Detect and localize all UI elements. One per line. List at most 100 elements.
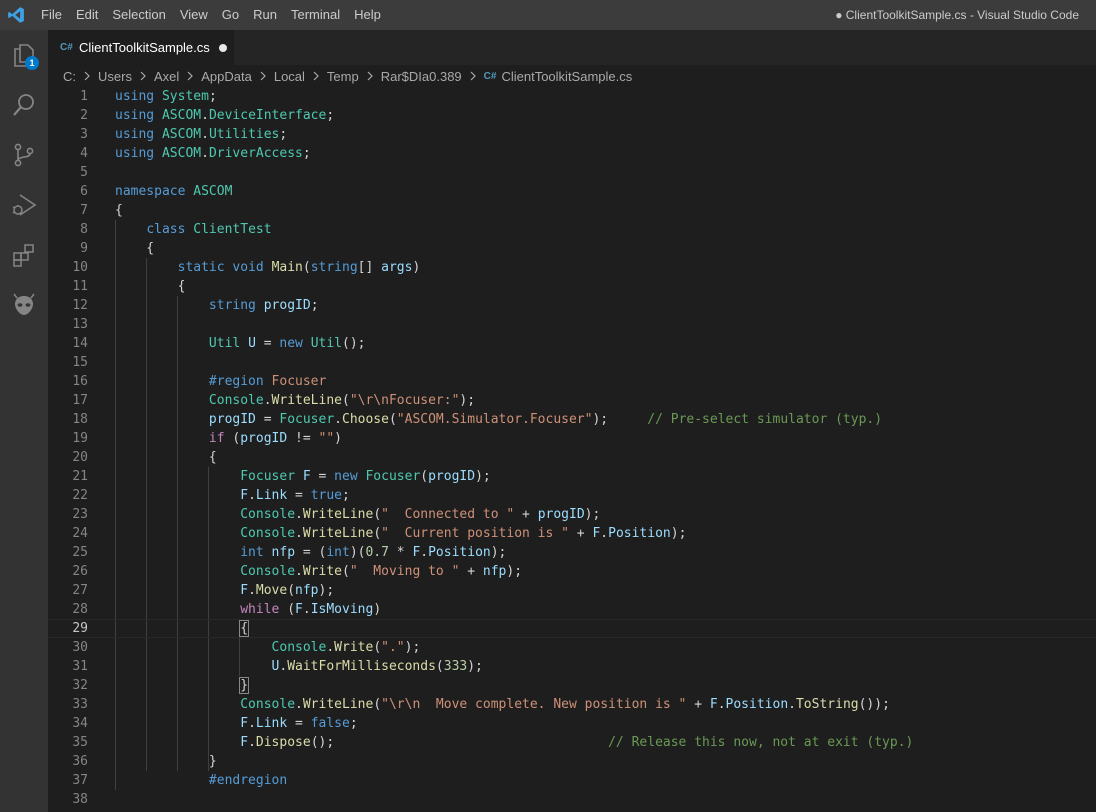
code-line[interactable]: 6 namespace ASCOM (48, 182, 1096, 201)
editor-tab[interactable]: C# ClientToolkitSample.cs (48, 30, 234, 65)
menu-run[interactable]: Run (246, 0, 284, 30)
code-line[interactable]: 20 { (48, 448, 1096, 467)
code-token: ( (302, 260, 311, 275)
code-editor[interactable]: 1 using System; 2 using ASCOM.DeviceInterfa… (48, 87, 1096, 812)
code-line[interactable]: 21 Focuser F = new Focuser(progID); (48, 467, 1096, 486)
code-token: ) (412, 260, 421, 275)
code-line[interactable]: 37 #endregion (48, 771, 1096, 790)
code-line[interactable]: 9 { (48, 239, 1096, 258)
line-number: 4 (80, 146, 88, 161)
code-token: ASCOM (193, 184, 233, 199)
breadcrumb-item[interactable]: C: (63, 69, 76, 84)
breadcrumb-item[interactable]: Axel (154, 69, 179, 84)
code-token: . (295, 526, 303, 541)
line-number: 9 (80, 241, 88, 256)
menu-edit[interactable]: Edit (69, 0, 105, 30)
menu-go[interactable]: Go (215, 0, 246, 30)
activity-bar: 1 (0, 30, 48, 812)
code-token: static (177, 260, 225, 275)
code-line[interactable]: 10 static void Main(string[] args) (48, 258, 1096, 277)
code-line[interactable]: 34 F.Link = false; (48, 714, 1096, 733)
code-line[interactable]: 12 string progID; (48, 296, 1096, 315)
code-line[interactable]: 18 progID = Focuser.Choose("ASCOM.Simula… (48, 410, 1096, 429)
code-token: . (295, 564, 303, 579)
menu-terminal[interactable]: Terminal (284, 0, 347, 30)
breadcrumb-item[interactable]: Local (274, 69, 305, 84)
breadcrumb-item[interactable]: Temp (327, 69, 359, 84)
code-line[interactable]: 7{ (48, 201, 1096, 220)
code-line[interactable]: 8 class ClientTest (48, 220, 1096, 239)
code-line[interactable]: 25 int nfp = (int)(0.7 * F.Position); (48, 543, 1096, 562)
code-token: ( (373, 507, 382, 522)
code-line[interactable]: 38 (48, 790, 1096, 809)
code-token: Write (334, 640, 374, 655)
run-debug-button[interactable] (0, 180, 48, 230)
code-line[interactable]: 22 F.Link = true; (48, 486, 1096, 505)
alien-extension-button[interactable] (0, 280, 48, 330)
code-line[interactable]: 4 using ASCOM.DriverAccess; (48, 144, 1096, 163)
code-line[interactable]: 28 while (F.IsMoving) (48, 600, 1096, 619)
code-token: Focuser (365, 469, 421, 484)
code-line[interactable]: 32 } (48, 676, 1096, 695)
code-line[interactable]: 13 (48, 315, 1096, 334)
code-token: // Pre-select simulator (typ.) (647, 412, 883, 427)
line-number: 24 (72, 526, 88, 541)
code-line[interactable]: 14 Util U = new Util(); (48, 334, 1096, 353)
code-line[interactable]: 17 Console.WriteLine("\r\nFocuser:"); (48, 391, 1096, 410)
code-line[interactable]: 31 U.WaitForMilliseconds(333); (48, 657, 1096, 676)
code-token: #region (208, 374, 264, 389)
code-line[interactable]: 2 using ASCOM.DeviceInterface; (48, 106, 1096, 125)
explorer-button[interactable]: 1 (0, 30, 48, 80)
breadcrumb-file[interactable]: ClientToolkitSample.cs (501, 69, 632, 84)
code-line[interactable]: 19 if (progID != "") (48, 429, 1096, 448)
code-token: class (146, 222, 186, 237)
code-line[interactable]: 33 Console.WriteLine("\r\n Move complete… (48, 695, 1096, 714)
code-token: ) (373, 602, 382, 617)
code-token: progID (240, 431, 288, 446)
code-token: (); (342, 336, 366, 351)
code-line[interactable]: 27 F.Move(nfp); (48, 581, 1096, 600)
code-line[interactable]: 3 using ASCOM.Utilities; (48, 125, 1096, 144)
code-token: int (326, 545, 350, 560)
code-line[interactable]: 23 Console.WriteLine(" Connected to " + … (48, 505, 1096, 524)
code-token: "\r\n Move complete. New position is " (381, 697, 687, 712)
code-line[interactable]: 35 F.Dispose(); // Release this now, not… (48, 733, 1096, 752)
menu-help[interactable]: Help (347, 0, 388, 30)
code-token: ASCOM (161, 146, 202, 161)
code-line[interactable]: 1 using System; (48, 87, 1096, 106)
code-token: Move (255, 583, 288, 598)
code-token: ( (279, 602, 296, 617)
code-token: . (263, 393, 272, 408)
code-line[interactable]: 11 { (48, 277, 1096, 296)
breadcrumb-item[interactable]: AppData (201, 69, 252, 84)
search-button[interactable] (0, 80, 48, 130)
code-token: . (248, 735, 256, 750)
code-token: = (287, 716, 311, 731)
code-line[interactable]: 15 (48, 353, 1096, 372)
unsaved-dot-icon[interactable] (218, 43, 227, 52)
menu-selection[interactable]: Selection (105, 0, 172, 30)
breadcrumb-item[interactable]: Rar$DIa0.389 (381, 69, 462, 84)
code-token: Focuser (240, 469, 296, 484)
code-line[interactable]: 24 Console.WriteLine(" Current position … (48, 524, 1096, 543)
code-text: progID = Focuser.Choose("ASCOM.Simulator… (115, 410, 882, 429)
code-token: ( (342, 393, 350, 408)
code-token: { (115, 279, 186, 294)
code-line[interactable]: 30 Console.Write("."); (48, 638, 1096, 657)
source-control-button[interactable] (0, 130, 48, 180)
code-token: ()); (858, 697, 890, 712)
code-line[interactable]: 36 } (48, 752, 1096, 771)
code-line[interactable]: 5 (48, 163, 1096, 182)
code-token: WriteLine (302, 507, 374, 522)
menu-file[interactable]: File (34, 0, 69, 30)
code-line[interactable]: 29 { (48, 619, 1096, 638)
menu-view[interactable]: View (173, 0, 215, 30)
code-token: . (334, 412, 342, 427)
line-number: 19 (72, 431, 88, 446)
code-line[interactable]: 16 #region Focuser (48, 372, 1096, 391)
code-line[interactable]: 26 Console.Write(" Moving to " + nfp); (48, 562, 1096, 581)
breadcrumb-item[interactable]: Users (98, 69, 132, 84)
extensions-button[interactable] (0, 230, 48, 280)
